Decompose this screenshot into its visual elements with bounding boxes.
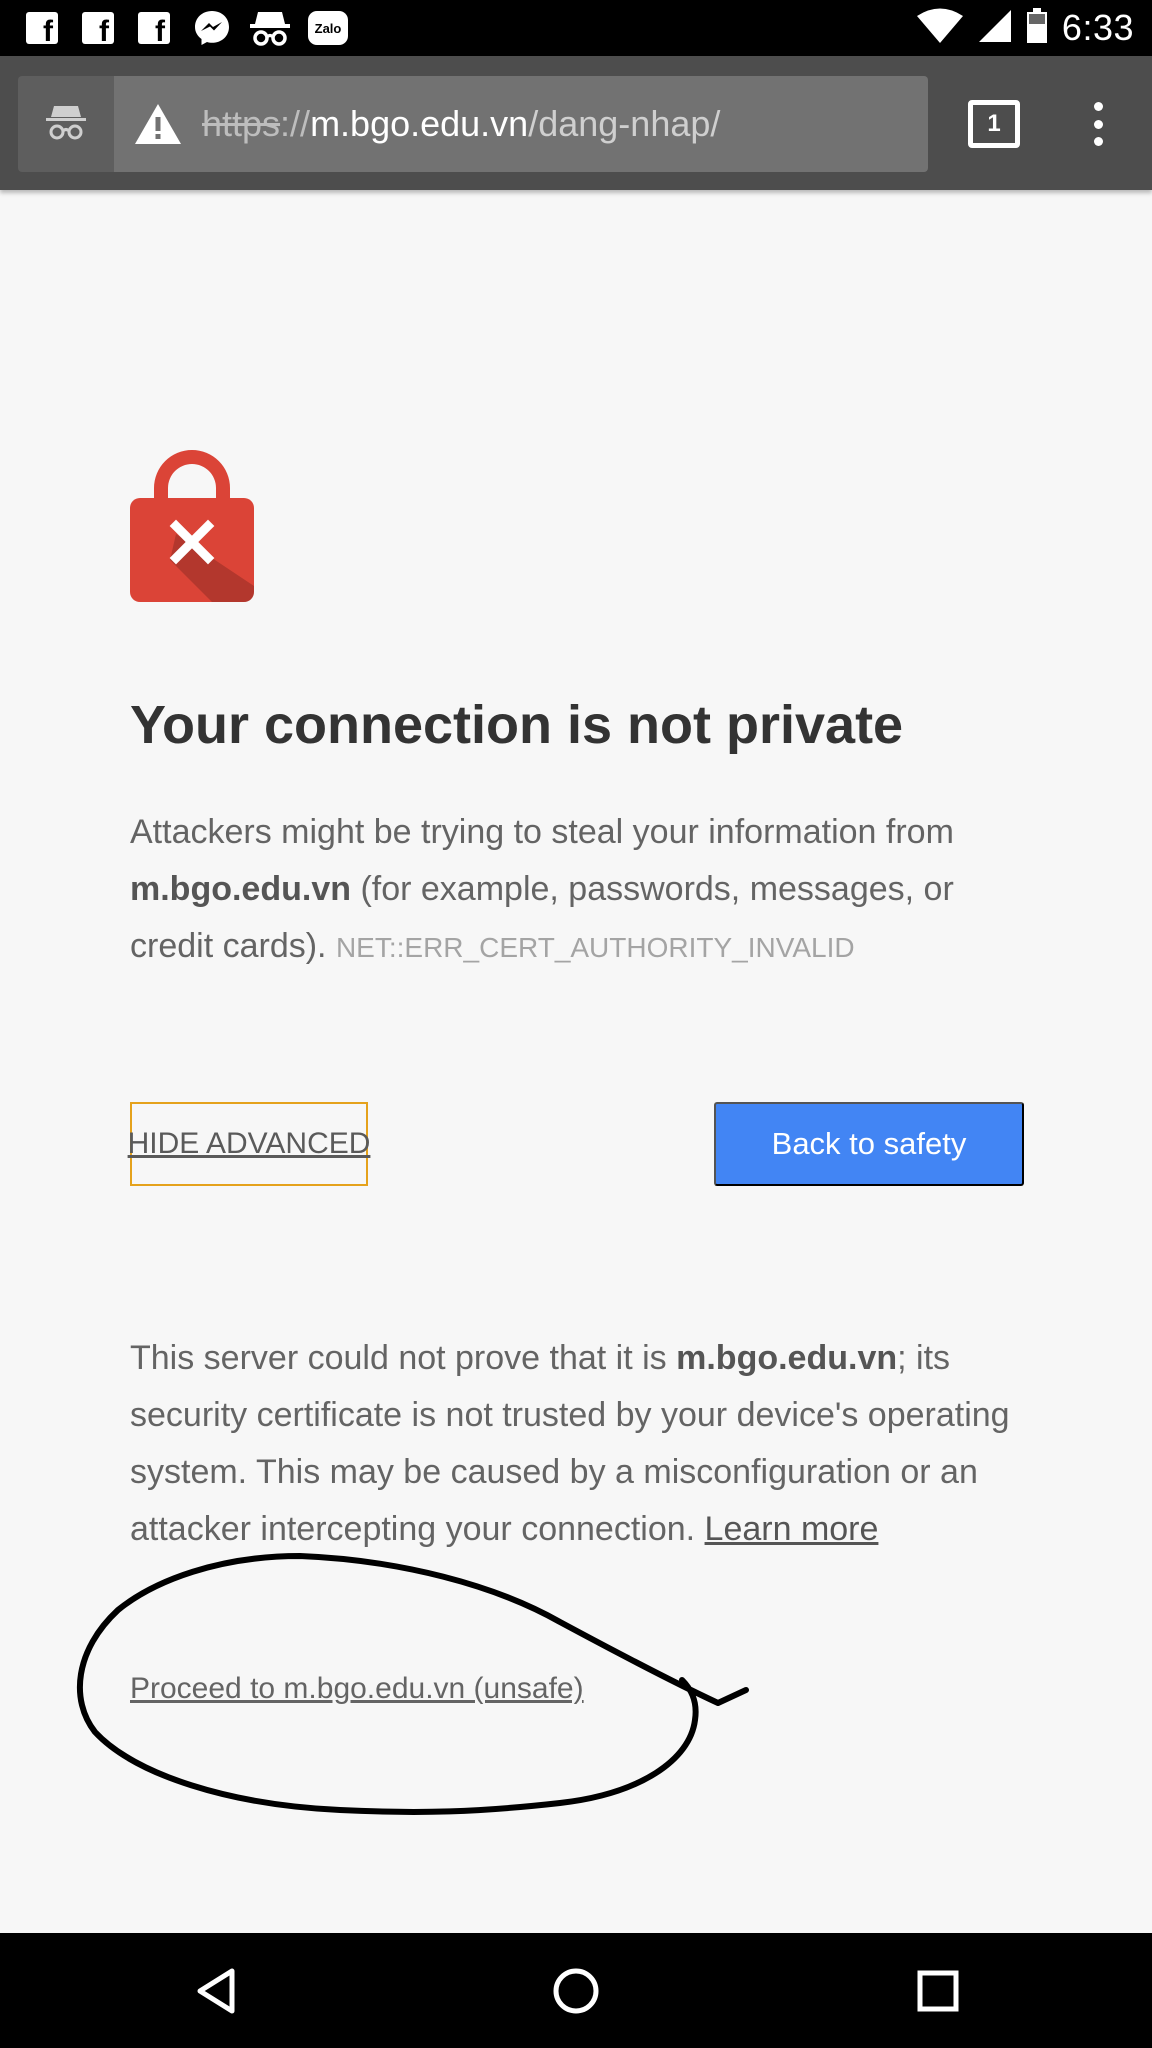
url-text: https://m.bgo.edu.vn/dang-nhap/ [202, 103, 720, 145]
status-bar: f f f Zalo 6:33 [0, 0, 1152, 56]
intro-text: Attackers might be trying to steal your … [130, 813, 954, 851]
tab-switcher-button[interactable]: 1 [968, 100, 1020, 148]
tab-count: 1 [987, 110, 1001, 137]
details-paragraph: This server could not prove that it is m… [130, 1330, 1050, 1558]
back-nav-icon[interactable] [178, 1953, 254, 2029]
facebook-icon: f [136, 0, 172, 56]
details-host: m.bgo.edu.vn [676, 1339, 898, 1377]
url-scheme: https [202, 103, 281, 144]
menu-dot [1093, 102, 1103, 111]
zalo-icon: Zalo [306, 0, 350, 56]
security-warning-icon[interactable] [130, 96, 186, 152]
address-bar[interactable]: https://m.bgo.edu.vn/dang-nhap/ [114, 76, 928, 172]
battery-icon [1026, 7, 1048, 49]
menu-dot [1093, 119, 1103, 129]
page-title: Your connection is not private [130, 695, 904, 755]
browser-toolbar: https://m.bgo.edu.vn/dang-nhap/ 1 [0, 56, 1152, 190]
intro-host: m.bgo.edu.vn [130, 870, 351, 908]
details-text: This server could not prove that it is [130, 1339, 677, 1377]
intro-paragraph: Attackers might be trying to steal your … [130, 804, 1030, 976]
recents-nav-icon[interactable] [900, 1953, 976, 2029]
incognito-indicator[interactable] [18, 76, 114, 172]
home-nav-icon[interactable] [538, 1953, 614, 2029]
navigation-bar [0, 1933, 1152, 2048]
proceed-unsafe-link[interactable]: Proceed to m.bgo.edu.vn (unsafe) [130, 1672, 584, 1706]
clock: 6:33 [1061, 7, 1134, 48]
facebook-icon: f [80, 0, 116, 56]
learn-more-link[interactable]: Learn more [705, 1510, 879, 1548]
url-separator: :// [280, 103, 311, 144]
facebook-icon: f [24, 0, 60, 56]
error-code: NET::ERR_CERT_AUTHORITY_INVALID [335, 932, 855, 963]
incognito-icon [44, 102, 88, 147]
incognito-icon [248, 0, 292, 56]
cell-signal-icon [978, 9, 1012, 48]
overflow-menu-button[interactable] [1076, 96, 1120, 152]
messenger-icon [192, 0, 232, 56]
url-path: /dang-nhap/ [528, 103, 721, 144]
hide-advanced-button[interactable]: HIDE ADVANCED [128, 1102, 370, 1186]
url-host: m.bgo.edu.vn [310, 103, 529, 144]
menu-dot [1093, 137, 1103, 146]
wifi-icon [916, 8, 964, 49]
broken-lock-icon [130, 446, 254, 602]
back-to-safety-button[interactable]: Back to safety [714, 1102, 1024, 1186]
